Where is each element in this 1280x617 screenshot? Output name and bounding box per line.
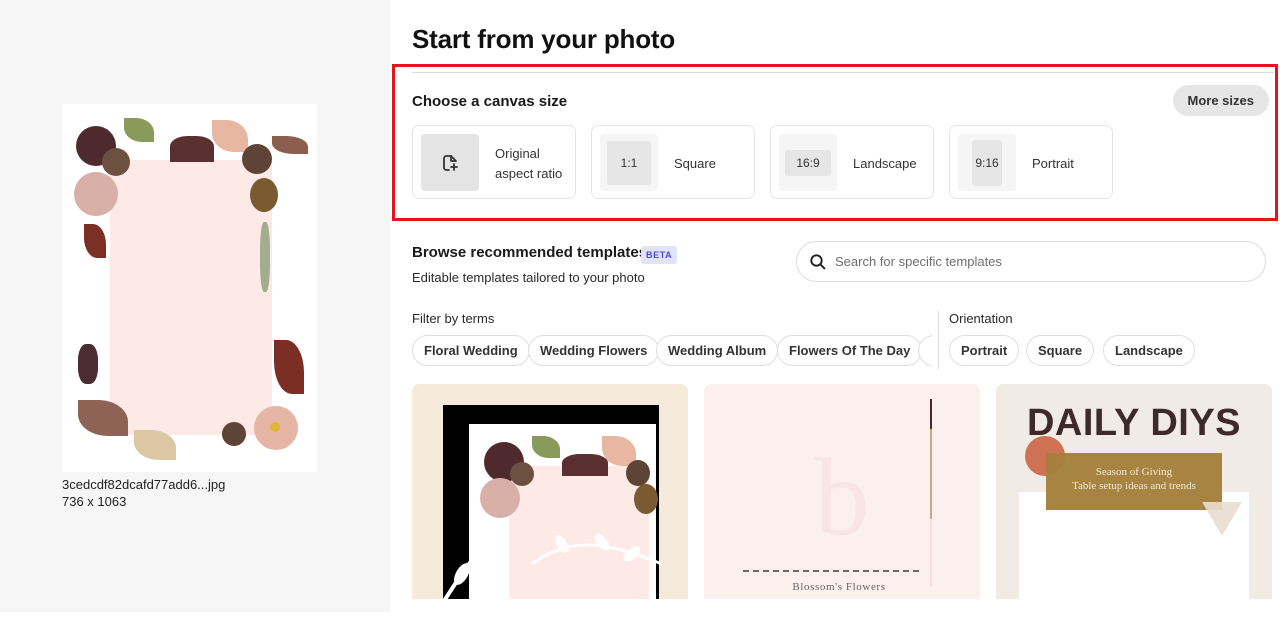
browse-templates-subtitle: Editable templates tailored to your phot… <box>412 270 645 285</box>
photo-dimensions: 736 x 1063 <box>62 494 127 509</box>
filter-chip-overflow[interactable] <box>918 335 932 366</box>
canvas-option-original[interactable]: Original aspect ratio <box>412 125 576 199</box>
flower-decoration <box>562 454 608 476</box>
leaf-decoration <box>212 120 248 152</box>
square-label: Square <box>674 156 716 171</box>
monogram-letter: b <box>814 436 870 558</box>
filter-chip-partial[interactable] <box>918 335 932 366</box>
original-thumb <box>421 134 479 191</box>
page-title: Start from your photo <box>412 24 676 54</box>
canvas-option-portrait[interactable]: 9:16 Portrait <box>949 125 1113 199</box>
browse-templates-title: Browse recommended templates <box>412 244 648 261</box>
leaf-decoration <box>250 178 278 212</box>
flower-decoration <box>170 136 214 162</box>
white-vine-decoration <box>442 533 663 600</box>
orientation-chip-square[interactable]: Square <box>1026 335 1095 366</box>
leaf-decoration <box>274 340 304 394</box>
template-search[interactable] <box>796 241 1266 282</box>
berry-decoration <box>78 344 98 384</box>
bottom-strip <box>0 612 390 617</box>
pinecone-decoration <box>242 144 272 174</box>
template-caption: Blossom's Flowers <box>792 581 886 593</box>
leaf-decoration <box>124 118 154 142</box>
photo-center-area <box>110 160 272 435</box>
portrait-label: Portrait <box>1032 156 1074 171</box>
landscape-label: Landscape <box>853 156 917 171</box>
square-thumb: 1:1 <box>600 134 658 191</box>
triangle-accent <box>1202 502 1242 536</box>
filter-divider <box>938 311 939 369</box>
orientation-chip-landscape[interactable]: Landscape <box>1103 335 1195 366</box>
uploaded-photo-thumbnail <box>62 104 317 472</box>
search-icon <box>810 253 826 269</box>
photo-preview-panel: 3cedcdf82dcafd77add6...jpg 736 x 1063 <box>0 0 390 612</box>
leaf-decoration <box>272 136 308 154</box>
leaf-decoration <box>634 484 658 514</box>
portrait-ratio: 9:16 <box>972 139 1002 186</box>
beta-badge: BETA <box>641 246 678 264</box>
template-card-blossoms[interactable]: b Blossom's Flowers <box>704 384 980 600</box>
filter-chip-wedding-album[interactable]: Wedding Album <box>656 335 779 366</box>
canvas-size-label: Choose a canvas size <box>412 93 568 110</box>
filter-chip-floral-wedding[interactable]: Floral Wedding <box>412 335 530 366</box>
orientation-chip-portrait[interactable]: Portrait <box>949 335 1020 366</box>
landscape-thumb: 16:9 <box>779 134 837 191</box>
bottom-edge <box>390 599 1280 617</box>
template-line1: Season of Giving <box>1095 466 1173 478</box>
pinecone-decoration <box>222 422 246 446</box>
filter-terms-label: Filter by terms <box>412 311 495 326</box>
canvas-size-section: Choose a canvas size More sizes Original… <box>392 64 1278 221</box>
landscape-ratio: 16:9 <box>785 149 831 176</box>
leaf-decoration <box>84 224 106 258</box>
flower-decoration <box>74 172 118 216</box>
template-card-floral-frame[interactable] <box>412 384 688 600</box>
orientation-label: Orientation <box>949 311 1013 326</box>
flower-decoration <box>480 478 520 518</box>
more-sizes-button[interactable]: More sizes <box>1172 85 1269 116</box>
original-label-line1: Original <box>495 146 540 161</box>
filter-chip-flowers-of-the-day[interactable]: Flowers Of The Day <box>777 335 923 366</box>
dashed-line <box>743 570 919 572</box>
file-add-icon <box>443 154 458 171</box>
pinecone-decoration <box>626 460 650 486</box>
flower-center <box>270 422 280 432</box>
portrait-thumb: 9:16 <box>958 134 1016 191</box>
original-label-line2: aspect ratio <box>495 166 563 181</box>
photo-file-name: 3cedcdf82dcafd77add6...jpg <box>62 477 226 492</box>
template-line2: Table setup ideas and trends <box>1072 480 1196 492</box>
filter-chip-wedding-flowers[interactable]: Wedding Flowers <box>528 335 660 366</box>
canvas-option-landscape[interactable]: 16:9 Landscape <box>770 125 934 199</box>
square-ratio: 1:1 <box>607 140 651 185</box>
template-search-input[interactable] <box>835 254 1235 269</box>
template-card-daily-diys[interactable]: DAILY DIYS Season of Giving Table setup … <box>996 384 1272 600</box>
image-strip <box>930 399 932 587</box>
canvas-option-square[interactable]: 1:1 Square <box>591 125 755 199</box>
pinecone-decoration <box>102 148 130 176</box>
vine-decoration <box>260 222 270 292</box>
